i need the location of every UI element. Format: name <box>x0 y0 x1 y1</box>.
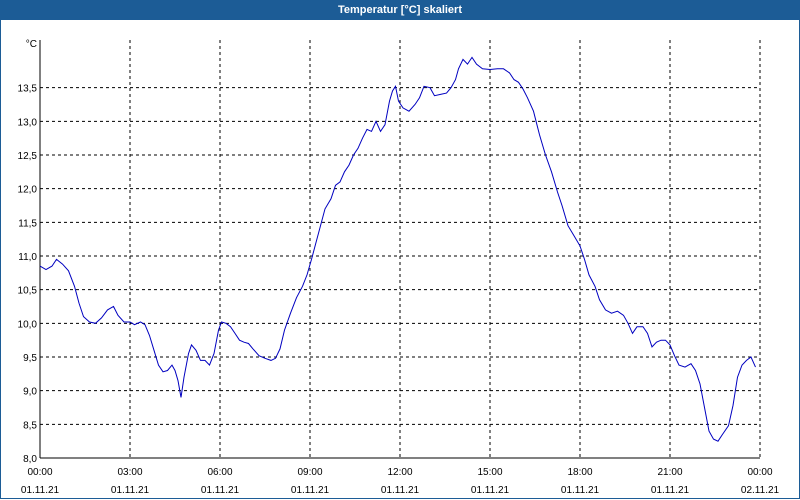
labels-layer: 8,0 8,5 9,0 9,5 10,0 10,5 11,0 11,5 12,0 12,5 13,0… <box>18 39 780 496</box>
x-tick-time-label: 00:00 <box>27 467 52 478</box>
x-tick-time-label: 09:00 <box>297 467 322 478</box>
temperature-chart: 8,0 8,5 9,0 9,5 10,0 10,5 11,0 11,5 12,0 12,5 13,0… <box>18 39 780 496</box>
y-tick-label: 11,5 <box>18 218 37 229</box>
temperature-line <box>39 56 756 442</box>
y-tick-label: 12,5 <box>18 151 38 162</box>
x-tick-time-label: 12:00 <box>387 467 412 478</box>
y-tick-label: 13,0 <box>18 117 38 128</box>
x-tick-date-label: 01.11.21 <box>381 485 420 496</box>
x-tick-date-label: 01.11.21 <box>201 485 240 496</box>
x-tick-time-label: 03:00 <box>117 467 142 478</box>
x-tick-date-label: 01.11.21 <box>21 485 60 496</box>
x-tick-time-label: 21:00 <box>657 467 682 478</box>
x-tick-date-label: 01.11.21 <box>471 485 510 496</box>
y-tick-label: 10,0 <box>18 319 38 330</box>
x-tick-date-label: 02.11.21 <box>741 485 780 496</box>
y-tick-label: 13,5 <box>18 84 38 95</box>
x-tick-time-label: 00:00 <box>747 467 772 478</box>
x-tick-date-label: 01.11.21 <box>651 485 690 496</box>
y-tick-label: 8,0 <box>23 454 37 465</box>
series-layer <box>39 56 756 442</box>
x-tick-date-label: 01.11.21 <box>291 485 330 496</box>
y-tick-label: 9,5 <box>23 353 37 364</box>
y-tick-label: 10,5 <box>18 286 38 297</box>
x-tick-time-label: 18:00 <box>567 467 592 478</box>
y-axis-unit-label: °C <box>26 39 37 50</box>
x-tick-time-label: 15:00 <box>477 467 502 478</box>
x-tick-date-label: 01.11.21 <box>111 485 150 496</box>
y-tick-label: 8,5 <box>23 420 37 431</box>
y-tick-label: 12,0 <box>18 185 38 196</box>
x-tick-date-label: 01.11.21 <box>561 485 600 496</box>
y-tick-label: 9,0 <box>23 387 37 398</box>
x-tick-time-label: 06:00 <box>207 467 232 478</box>
y-tick-label: 11,0 <box>18 252 37 263</box>
